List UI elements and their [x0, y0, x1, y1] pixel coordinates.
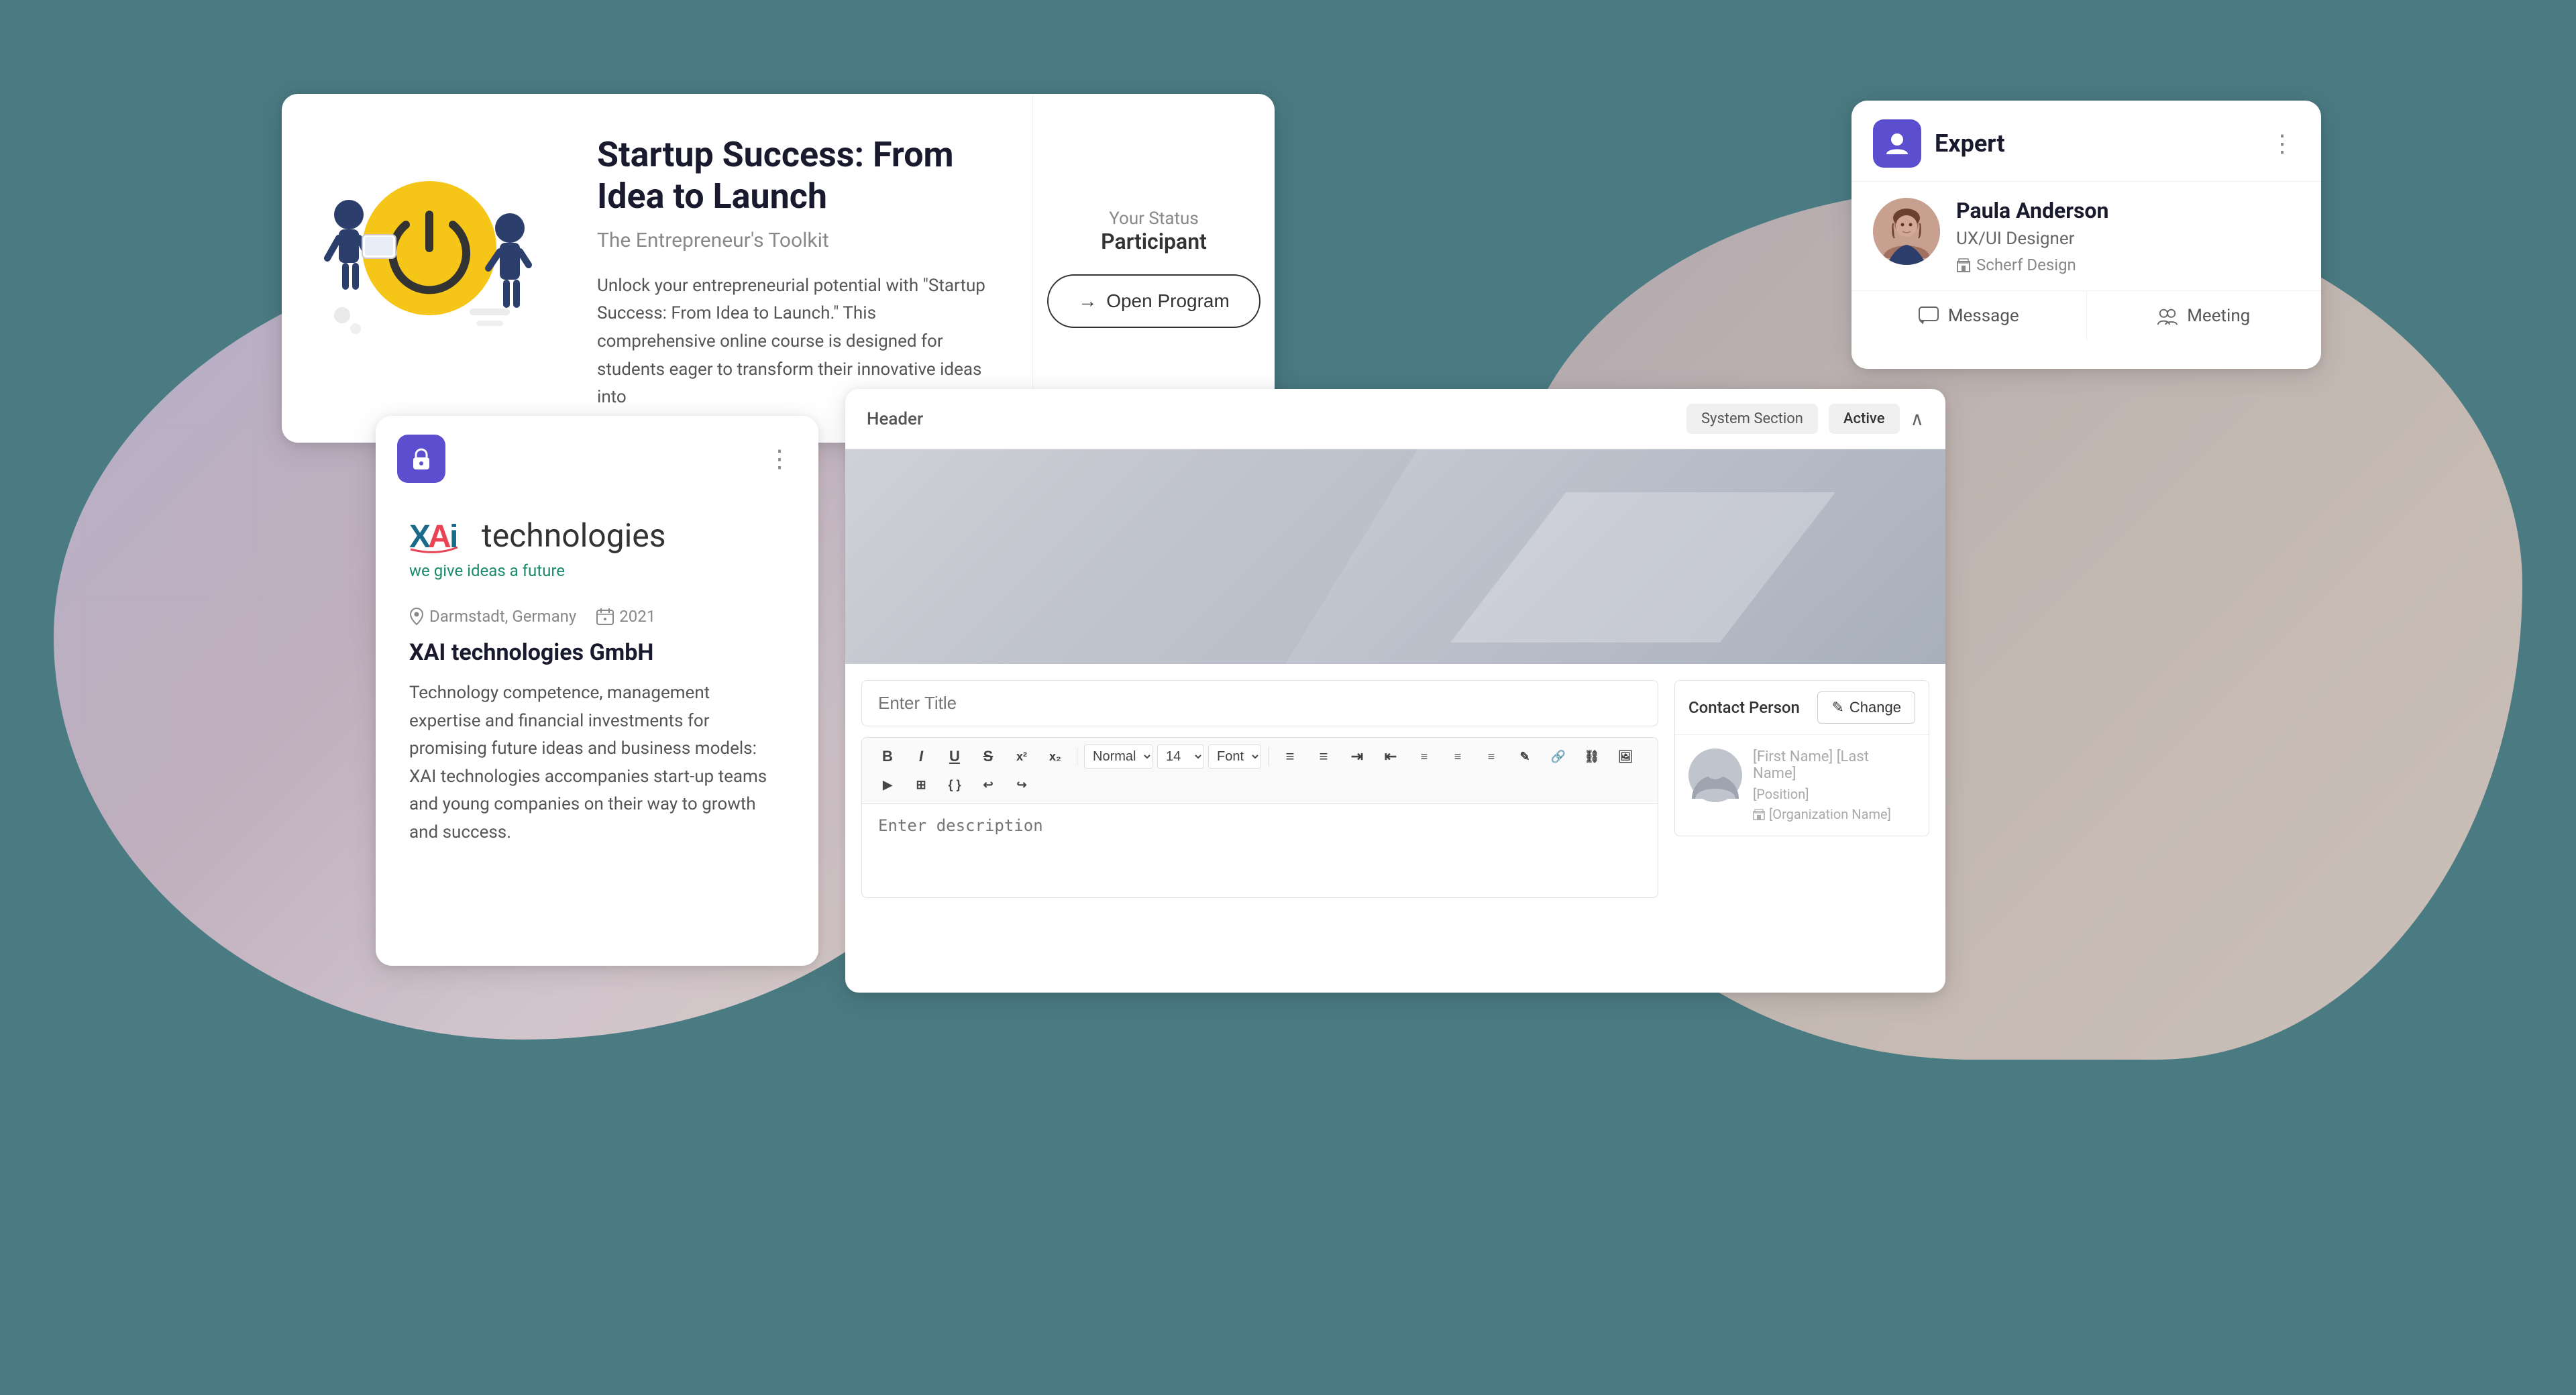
startup-title: Startup Success: From Idea to Launch — [597, 134, 999, 218]
expert-header-left: Expert — [1873, 119, 2005, 168]
chevron-up-icon[interactable]: ∧ — [1911, 408, 1925, 430]
editor-card: Header System Section Active ∧ B I U S x… — [845, 389, 1945, 993]
system-section-badge: System Section — [1686, 404, 1818, 434]
expert-company: Scherf Design — [1956, 256, 2300, 274]
pencil-button[interactable]: ✎ — [1510, 744, 1540, 769]
expert-card: Expert ⋮ Paula A — [1851, 101, 2321, 369]
contact-avatar — [1688, 748, 1742, 802]
contact-org-placeholder: [Organization Name] — [1753, 806, 1915, 822]
svg-text:A: A — [428, 519, 451, 554]
expert-footer: Message Meeting — [1851, 290, 2321, 341]
startup-svg-illustration — [302, 161, 543, 349]
contact-info: [First Name] [Last Name] [Position] [Org… — [1753, 748, 1915, 822]
xai-logo-text: X A i technologies — [409, 516, 666, 555]
contact-person-body: [First Name] [Last Name] [Position] [Org… — [1675, 735, 1929, 836]
building-icon — [1956, 258, 1971, 272]
indent-button[interactable]: ⇥ — [1342, 744, 1372, 769]
xai-company-name: XAI technologies GmbH — [376, 632, 818, 679]
unlink-button[interactable]: ⛓ — [1577, 744, 1607, 769]
pencil-edit-icon: ✎ — [1831, 699, 1843, 716]
underline-button[interactable]: U — [940, 744, 969, 769]
align-left-button[interactable]: ≡ — [1409, 744, 1439, 769]
editor-top-bar: Header System Section Active ∧ — [845, 389, 1945, 449]
message-icon — [1919, 306, 1939, 325]
editor-top-right: System Section Active ∧ — [1686, 404, 1924, 434]
xai-tech-word: technologies — [482, 516, 666, 555]
calendar-icon — [596, 608, 614, 625]
expert-avatar — [1873, 198, 1940, 265]
lock-icon — [408, 445, 435, 472]
contact-person-box: Contact Person ✎ Change — [1674, 680, 1929, 836]
startup-illustration — [302, 161, 543, 376]
redo-button[interactable]: ↪ — [1007, 773, 1036, 797]
contact-person-header: Contact Person ✎ Change — [1675, 681, 1929, 735]
font-select[interactable]: Font — [1208, 744, 1261, 769]
media-button[interactable]: ▶ — [873, 773, 902, 797]
expert-card-title: Expert — [1935, 129, 2005, 158]
align-right-button[interactable]: ≡ — [1477, 744, 1506, 769]
unordered-list-button[interactable]: ≡ — [1275, 744, 1305, 769]
contact-person-label: Contact Person — [1688, 698, 1800, 717]
editor-left-panel: B I U S x² x₂ Normal 14 Font ≡ ≡ — [861, 680, 1658, 901]
meeting-icon — [2157, 306, 2178, 325]
change-contact-button[interactable]: ✎ Change — [1817, 691, 1915, 724]
meeting-action[interactable]: Meeting — [2087, 291, 2322, 341]
toolbar-divider-2 — [1268, 747, 1269, 766]
xai-tagline: we give ideas a future — [409, 561, 565, 580]
editor-description-textarea[interactable] — [861, 804, 1658, 898]
expert-role: UX/UI Designer — [1956, 229, 2300, 249]
xai-location: Darmstadt, Germany — [409, 607, 576, 626]
open-program-button[interactable]: → Open Program — [1047, 274, 1260, 328]
ordered-list-button[interactable]: ≡ — [1309, 744, 1338, 769]
editor-banner — [845, 449, 1945, 664]
location-pin-icon — [409, 608, 424, 625]
contact-avatar-svg — [1692, 752, 1739, 799]
xai-logo-svg: X A i — [409, 517, 470, 554]
editor-header-label: Header — [867, 409, 923, 429]
xai-more-button[interactable]: ⋮ — [762, 439, 797, 478]
xai-icon-box — [397, 435, 445, 483]
editor-right-panel: Contact Person ✎ Change — [1674, 680, 1929, 901]
undo-button[interactable]: ↩ — [973, 773, 1003, 797]
message-action[interactable]: Message — [1851, 291, 2087, 341]
building-small-icon — [1753, 808, 1765, 820]
startup-status-label: Your Status Participant — [1101, 209, 1207, 254]
xai-card: ⋮ X A i technologies we give ideas a fut… — [376, 416, 818, 966]
xai-logo-area: X A i technologies we give ideas a futur… — [376, 496, 818, 594]
image-button[interactable]: 🖼 — [1611, 744, 1640, 769]
startup-subtitle: The Entrepreneur's Toolkit — [597, 229, 999, 252]
contact-position-placeholder: [Position] — [1753, 786, 1915, 802]
link-button[interactable]: 🔗 — [1544, 744, 1573, 769]
expert-more-button[interactable]: ⋮ — [2265, 124, 2300, 163]
expert-icon-box — [1873, 119, 1921, 168]
outdent-button[interactable]: ⇤ — [1376, 744, 1405, 769]
editor-content-area: B I U S x² x₂ Normal 14 Font ≡ ≡ — [845, 664, 1945, 901]
superscript-button[interactable]: x² — [1007, 744, 1036, 769]
contact-name-placeholder: [First Name] [Last Name] — [1753, 748, 1915, 782]
xai-meta: Darmstadt, Germany 2021 — [376, 594, 818, 632]
format-select[interactable]: Normal — [1084, 744, 1153, 769]
expert-name: Paula Anderson — [1956, 198, 2300, 223]
align-center-button[interactable]: ≡ — [1443, 744, 1472, 769]
table-button[interactable]: ⊞ — [906, 773, 936, 797]
arrow-right-icon: → — [1078, 290, 1097, 312]
person-icon — [1884, 130, 1911, 157]
bold-button[interactable]: B — [873, 744, 902, 769]
startup-illustration-area — [282, 94, 564, 443]
font-size-select[interactable]: 14 — [1157, 744, 1204, 769]
xai-header: ⋮ — [376, 416, 818, 496]
strikethrough-button[interactable]: S — [973, 744, 1003, 769]
active-badge: Active — [1829, 404, 1900, 434]
code-button[interactable]: { } — [940, 773, 969, 797]
expert-header: Expert ⋮ — [1851, 101, 2321, 182]
expert-body: Paula Anderson UX/UI Designer Scherf Des… — [1851, 182, 2321, 290]
paula-avatar-svg — [1873, 198, 1940, 265]
editor-title-input[interactable] — [861, 680, 1658, 726]
xai-description: Technology competence, management expert… — [376, 679, 818, 867]
expert-info: Paula Anderson UX/UI Designer Scherf Des… — [1956, 198, 2300, 274]
subscript-button[interactable]: x₂ — [1040, 744, 1070, 769]
editor-toolbar: B I U S x² x₂ Normal 14 Font ≡ ≡ — [861, 737, 1658, 804]
xai-year: 2021 — [596, 607, 655, 626]
italic-button[interactable]: I — [906, 744, 936, 769]
